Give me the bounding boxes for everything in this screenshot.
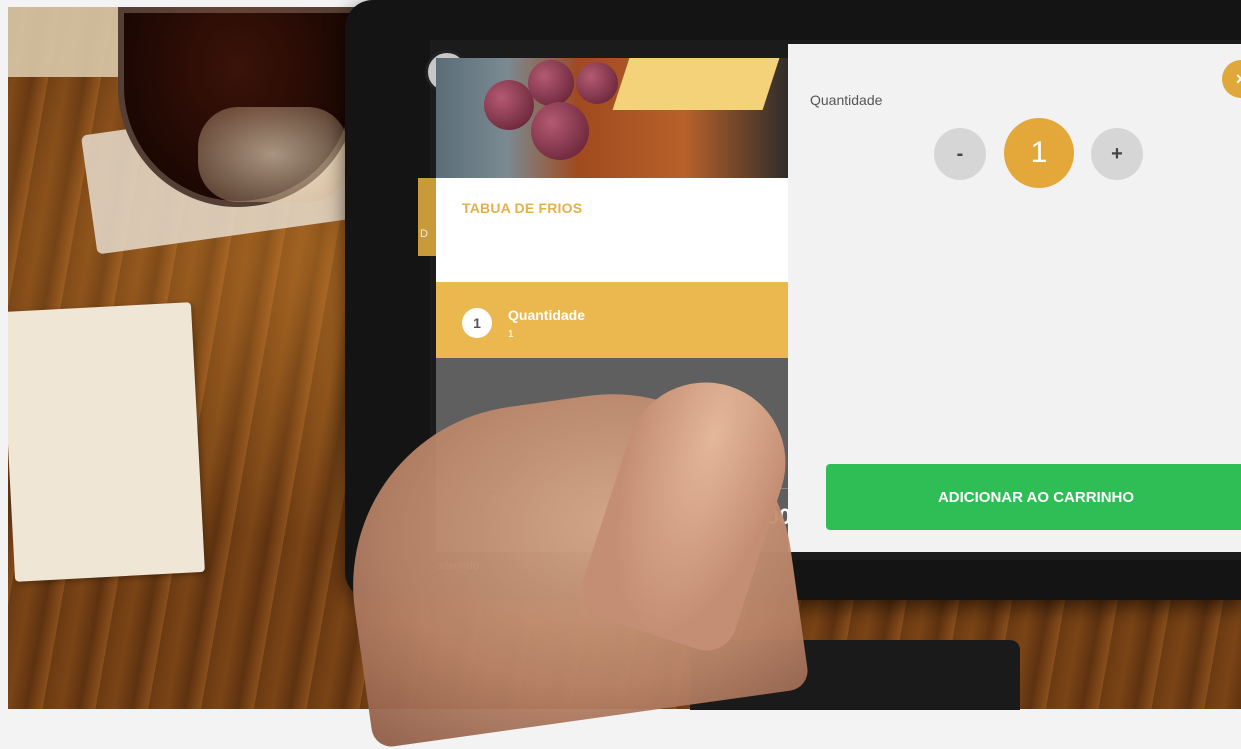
quantity-value: 1 (1004, 118, 1074, 188)
background-tab-letter: D (420, 228, 428, 240)
cheese-shape (612, 58, 780, 110)
quantity-label: Quantidade (810, 92, 883, 108)
quantity-panel: × Quantidade - 1 + ADICIONAR AO CARRINHO (788, 44, 1241, 552)
increment-button[interactable]: + (1091, 128, 1143, 180)
grape-shape (528, 60, 574, 106)
background-tab (418, 178, 436, 256)
product-title-area: TABUA DE FRIOS (436, 178, 791, 282)
glass-base (198, 107, 348, 202)
close-button[interactable]: × (1222, 60, 1241, 98)
product-image (436, 58, 791, 178)
option-badge: 1 (462, 308, 492, 338)
grape-shape (531, 102, 589, 160)
decrement-button[interactable]: - (934, 128, 986, 180)
napkin (8, 302, 205, 582)
product-title: TABUA DE FRIOS (462, 200, 583, 216)
option-title: Quantidade (508, 307, 586, 323)
option-value: 1 (508, 329, 514, 340)
grape-shape (576, 62, 618, 104)
grape-shape (484, 80, 534, 130)
option-row-quantity[interactable]: 1 Quantidade 1 (436, 282, 798, 358)
box-label (8, 7, 128, 77)
add-to-cart-button[interactable]: ADICIONAR AO CARRINHO (826, 464, 1241, 530)
